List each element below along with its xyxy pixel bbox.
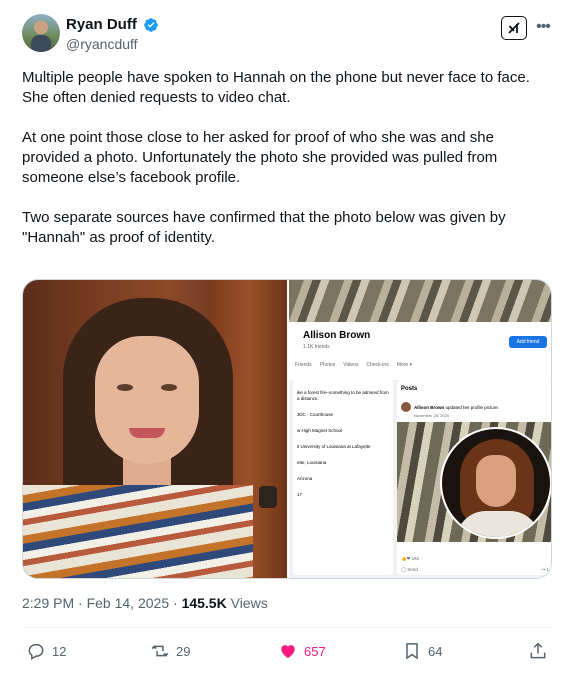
fb-tab: Check-ins bbox=[366, 362, 389, 368]
fb-tab: More ▾ bbox=[396, 362, 412, 368]
fb-cover-photo bbox=[289, 280, 551, 322]
fb-friends-count: 1.1K friends bbox=[303, 344, 330, 350]
fb-tab: Photos bbox=[319, 362, 336, 368]
retweet-button[interactable]: 29 bbox=[150, 640, 190, 662]
author-display-name[interactable]: Ryan Duff bbox=[66, 16, 137, 33]
tweet-paragraph-2: At one point those close to her asked fo… bbox=[22, 129, 498, 186]
door-handle bbox=[259, 486, 277, 508]
author-handle[interactable]: @ryancduff bbox=[66, 36, 159, 52]
tweet-media: Allison Brown 1.1K friends Add friend Fr… bbox=[22, 279, 552, 579]
views-label: Views bbox=[230, 595, 268, 611]
facebook-profile-screenshot[interactable]: Allison Brown 1.1K friends Add friend Fr… bbox=[287, 280, 551, 578]
more-icon[interactable]: ••• bbox=[534, 18, 552, 36]
bookmark-count: 64 bbox=[428, 643, 443, 659]
photo-mouth bbox=[129, 428, 165, 438]
fb-send-label: ◯ Send bbox=[401, 567, 418, 572]
share-button[interactable] bbox=[528, 640, 548, 662]
tweet-date[interactable]: Feb 14, 2025 bbox=[87, 595, 170, 611]
grok-icon[interactable] bbox=[501, 16, 527, 40]
photo-eye-right bbox=[161, 384, 177, 391]
photo-striped-shirt bbox=[23, 485, 253, 578]
verified-badge-icon bbox=[144, 17, 159, 32]
retweet-icon bbox=[151, 645, 169, 657]
like-button[interactable]: 657 bbox=[278, 640, 326, 662]
fb-intro-line: JDC - Courthouse bbox=[297, 412, 334, 417]
bookmark-icon bbox=[406, 643, 418, 660]
fb-add-friend-button: Add friend bbox=[509, 336, 547, 348]
tweet-paragraph-1: Multiple people have spoken to Hannah on… bbox=[22, 69, 530, 106]
bookmark-button[interactable]: 64 bbox=[402, 640, 442, 662]
tweet-paragraph-3: Two separate sources have confirmed that… bbox=[22, 209, 506, 246]
like-count: 657 bbox=[304, 643, 326, 659]
tweet-text: Multiple people have spoken to Hannah on… bbox=[22, 68, 552, 268]
fb-post-header: Allison Brown updated her profile pictur… bbox=[401, 402, 499, 412]
reply-count: 12 bbox=[52, 643, 67, 659]
fb-intro-card: ike a forest fire–something to be admire… bbox=[293, 380, 393, 575]
fb-posts-title: Posts bbox=[401, 386, 418, 392]
views-count: 145.5K bbox=[181, 595, 227, 611]
photo-face bbox=[95, 336, 199, 464]
reply-button[interactable]: 12 bbox=[26, 640, 66, 662]
meta-separator: · bbox=[173, 595, 178, 611]
fb-tabs: Friends Photos Videos Check-ins More ▾ bbox=[295, 362, 550, 374]
fb-intro-line: ike a forest fire–something to be admire… bbox=[297, 390, 389, 401]
fb-intro-line: it University of Louisiana at Lafayette bbox=[297, 444, 371, 449]
fb-intro-line: 17 bbox=[297, 492, 303, 497]
grok-glyph-icon bbox=[508, 22, 520, 34]
reply-icon bbox=[28, 644, 44, 660]
photo-eye-left bbox=[117, 384, 133, 391]
fb-picture-face bbox=[476, 455, 516, 507]
fb-post-date: November 25, 2020 · bbox=[414, 413, 452, 418]
share-icon bbox=[530, 642, 546, 659]
tweet-actions: 12 29 657 64 bbox=[22, 640, 552, 662]
fb-intro-line: w High Magnet School bbox=[297, 428, 343, 433]
tweet-meta: 2:29 PM · Feb 14, 2025 · 145.5K Views bbox=[22, 595, 268, 611]
fb-tab: Videos bbox=[343, 362, 359, 368]
heart-icon bbox=[281, 645, 295, 659]
selfie-photo[interactable] bbox=[23, 280, 287, 578]
tweet-header: Ryan Duff @ryancduff ••• bbox=[22, 14, 552, 54]
tweet-time[interactable]: 2:29 PM bbox=[22, 595, 74, 611]
retweet-count: 29 bbox=[176, 643, 191, 659]
meta-separator: · bbox=[78, 595, 83, 611]
fb-tab: Friends bbox=[295, 362, 312, 368]
avatar[interactable] bbox=[22, 14, 60, 52]
fb-intro-line: ette, Louisiana bbox=[297, 460, 327, 465]
fb-share-label: ↪ 1 bbox=[541, 567, 549, 572]
fb-mini-avatar bbox=[401, 402, 411, 412]
avatar-figure bbox=[31, 35, 51, 52]
fb-posts-card: Posts Allison Brown updated her profile … bbox=[397, 380, 551, 575]
fb-post-author: Allison Brown updated her profile pictur… bbox=[414, 404, 500, 410]
author-info: Ryan Duff @ryancduff bbox=[66, 16, 159, 52]
divider bbox=[22, 627, 552, 628]
fb-reactions-count: 👍❤ 162 bbox=[401, 556, 420, 561]
fb-profile-name: Allison Brown bbox=[303, 330, 371, 341]
fb-profile-picture bbox=[440, 427, 551, 539]
fb-post-actions: ◯ Send ↪ 1 bbox=[401, 567, 549, 573]
fb-intro-line: Arizona bbox=[297, 476, 313, 481]
